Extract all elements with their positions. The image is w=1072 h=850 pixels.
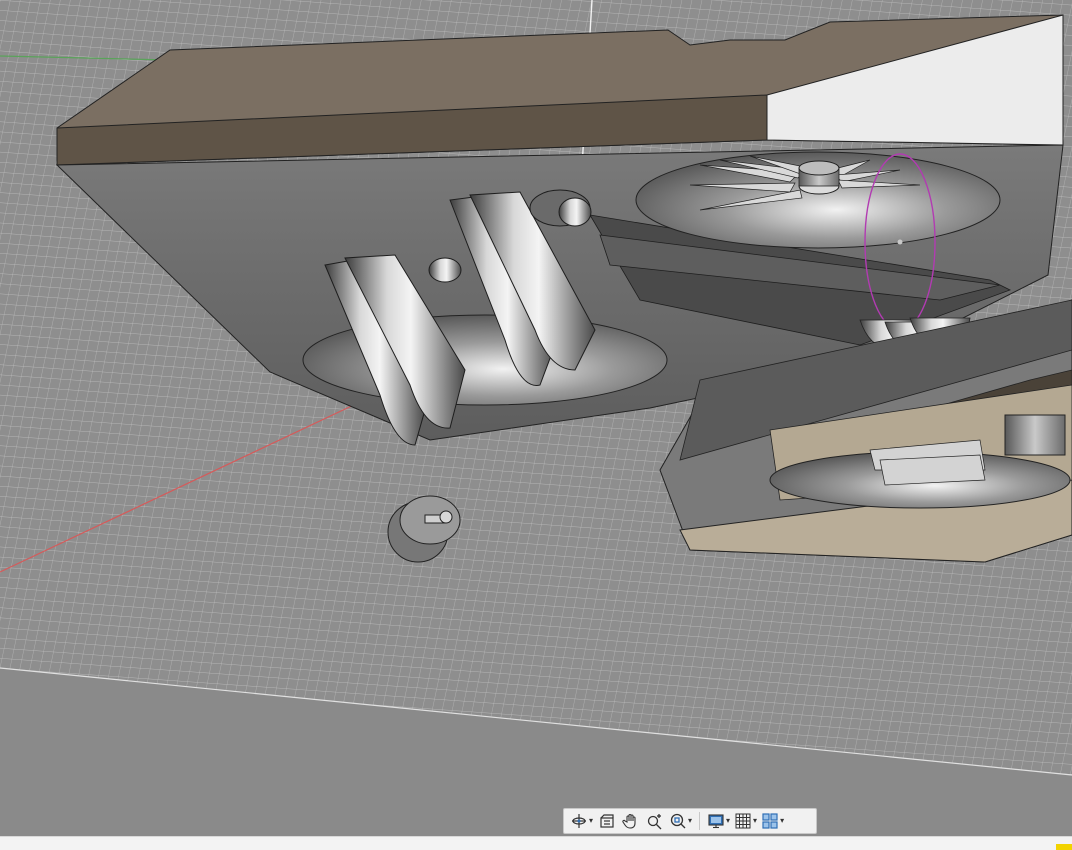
display-settings-icon xyxy=(708,814,724,829)
zoom-button[interactable] xyxy=(643,810,667,832)
chevron-down-icon[interactable]: ▾ xyxy=(726,817,730,825)
look-at-icon xyxy=(600,814,614,828)
pan-hand-icon xyxy=(622,813,636,829)
chevron-down-icon[interactable]: ▾ xyxy=(688,817,692,825)
status-accent xyxy=(1056,844,1072,850)
display-settings-button[interactable]: ▾ xyxy=(705,810,732,832)
viewports-button[interactable]: ▾ xyxy=(759,810,786,832)
pan-button[interactable] xyxy=(619,810,643,832)
zoom-icon xyxy=(647,814,662,830)
grid-settings-button[interactable]: ▾ xyxy=(732,810,759,832)
chevron-down-icon[interactable]: ▾ xyxy=(753,817,757,825)
orbit-icon xyxy=(572,814,586,828)
status-bar xyxy=(0,836,1072,850)
fit-zoom-icon xyxy=(670,813,686,829)
chevron-down-icon[interactable]: ▾ xyxy=(780,817,784,825)
navigation-toolbar: ▾ ▾ ▾ ▾ ▾ xyxy=(563,808,817,834)
grid-settings-icon xyxy=(735,813,751,829)
viewports-icon xyxy=(762,813,778,829)
orbit-button[interactable]: ▾ xyxy=(568,810,595,832)
look-at-button[interactable] xyxy=(595,810,619,832)
chevron-down-icon[interactable]: ▾ xyxy=(589,817,593,825)
toolbar-divider xyxy=(699,812,701,830)
fit-zoom-button[interactable]: ▾ xyxy=(667,810,694,832)
3d-viewport[interactable] xyxy=(0,0,1072,836)
